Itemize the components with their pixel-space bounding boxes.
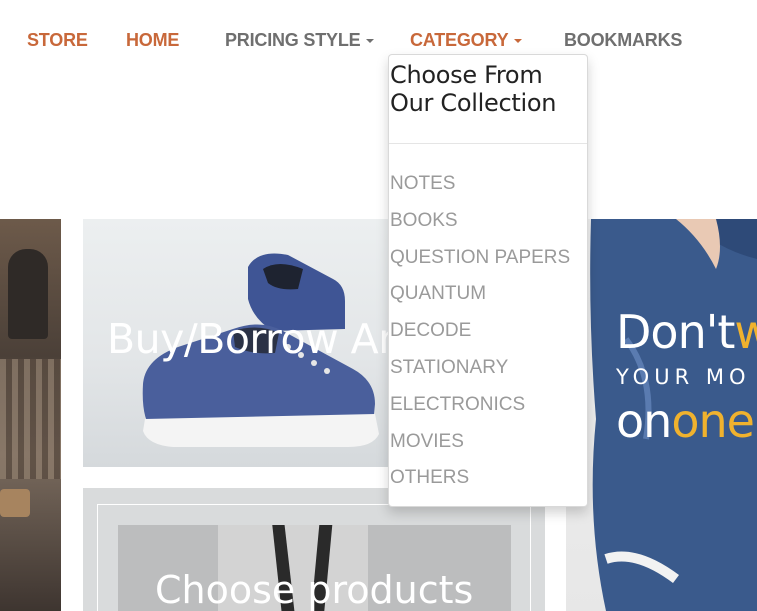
jeans-line1-white: Don't: [616, 305, 735, 359]
dropdown-item-notes[interactable]: NOTES: [390, 173, 570, 210]
nav-category[interactable]: CATEGORY: [410, 30, 523, 51]
dropdown-item-decode[interactable]: DECODE: [390, 320, 570, 357]
slide-jeans-line2: YOUR MO: [616, 365, 751, 389]
slide-jeans[interactable]: Don'tw YOUR MO onone: [566, 219, 757, 611]
dropdown-list: NOTES BOOKS QUESTION PAPERS QUANTUM DECO…: [390, 173, 570, 504]
top-navbar: STORE HOME PRICING STYLE CATEGORY BOOKMA…: [0, 0, 757, 80]
nav-pricing-style[interactable]: PRICING STYLE: [225, 30, 375, 51]
dropdown-item-books[interactable]: BOOKS: [390, 210, 570, 247]
dropdown-heading: Choose From Our Collection: [390, 61, 557, 117]
jeans-line3-accent: one: [671, 394, 755, 448]
jeans-line1-accent: w: [734, 305, 757, 359]
person-shape: [8, 249, 48, 339]
slide-suit-caption: Choose products: [155, 568, 474, 611]
slide-jeans-line3: onone: [616, 394, 755, 448]
dropdown-item-movies[interactable]: MOVIES: [390, 431, 570, 468]
hero-carousel: Buy/Borrow An Choose products Don'tw YOU…: [0, 219, 757, 611]
jeans-line3-white: on: [616, 394, 672, 448]
shoe-shape: [0, 489, 30, 517]
dropdown-item-question-papers[interactable]: QUESTION PAPERS: [390, 247, 570, 284]
nav-store[interactable]: STORE: [27, 30, 88, 51]
dropdown-divider: [389, 143, 587, 144]
slide-jeans-line1: Don'tw: [616, 305, 757, 359]
slide-image-left[interactable]: [0, 219, 61, 611]
dropdown-item-others[interactable]: OTHERS: [390, 467, 570, 504]
slide-shoe[interactable]: Buy/Borrow An: [83, 219, 413, 467]
dropdown-item-stationary[interactable]: STATIONARY: [390, 357, 570, 394]
dropdown-item-quantum[interactable]: QUANTUM: [390, 283, 570, 320]
chairs-shape: [0, 359, 61, 479]
nav-home[interactable]: HOME: [126, 30, 179, 51]
nav-pricing-style-label: PRICING STYLE: [225, 30, 361, 50]
caret-down-icon: [514, 39, 523, 44]
dropdown-item-electronics[interactable]: ELECTRONICS: [390, 394, 570, 431]
slide-shoe-caption: Buy/Borrow An: [107, 315, 404, 363]
category-dropdown-menu: Choose From Our Collection NOTES BOOKS Q…: [388, 54, 588, 507]
nav-category-label: CATEGORY: [410, 30, 509, 50]
caret-down-icon: [366, 39, 375, 44]
nav-bookmarks[interactable]: BOOKMARKS: [564, 30, 682, 51]
